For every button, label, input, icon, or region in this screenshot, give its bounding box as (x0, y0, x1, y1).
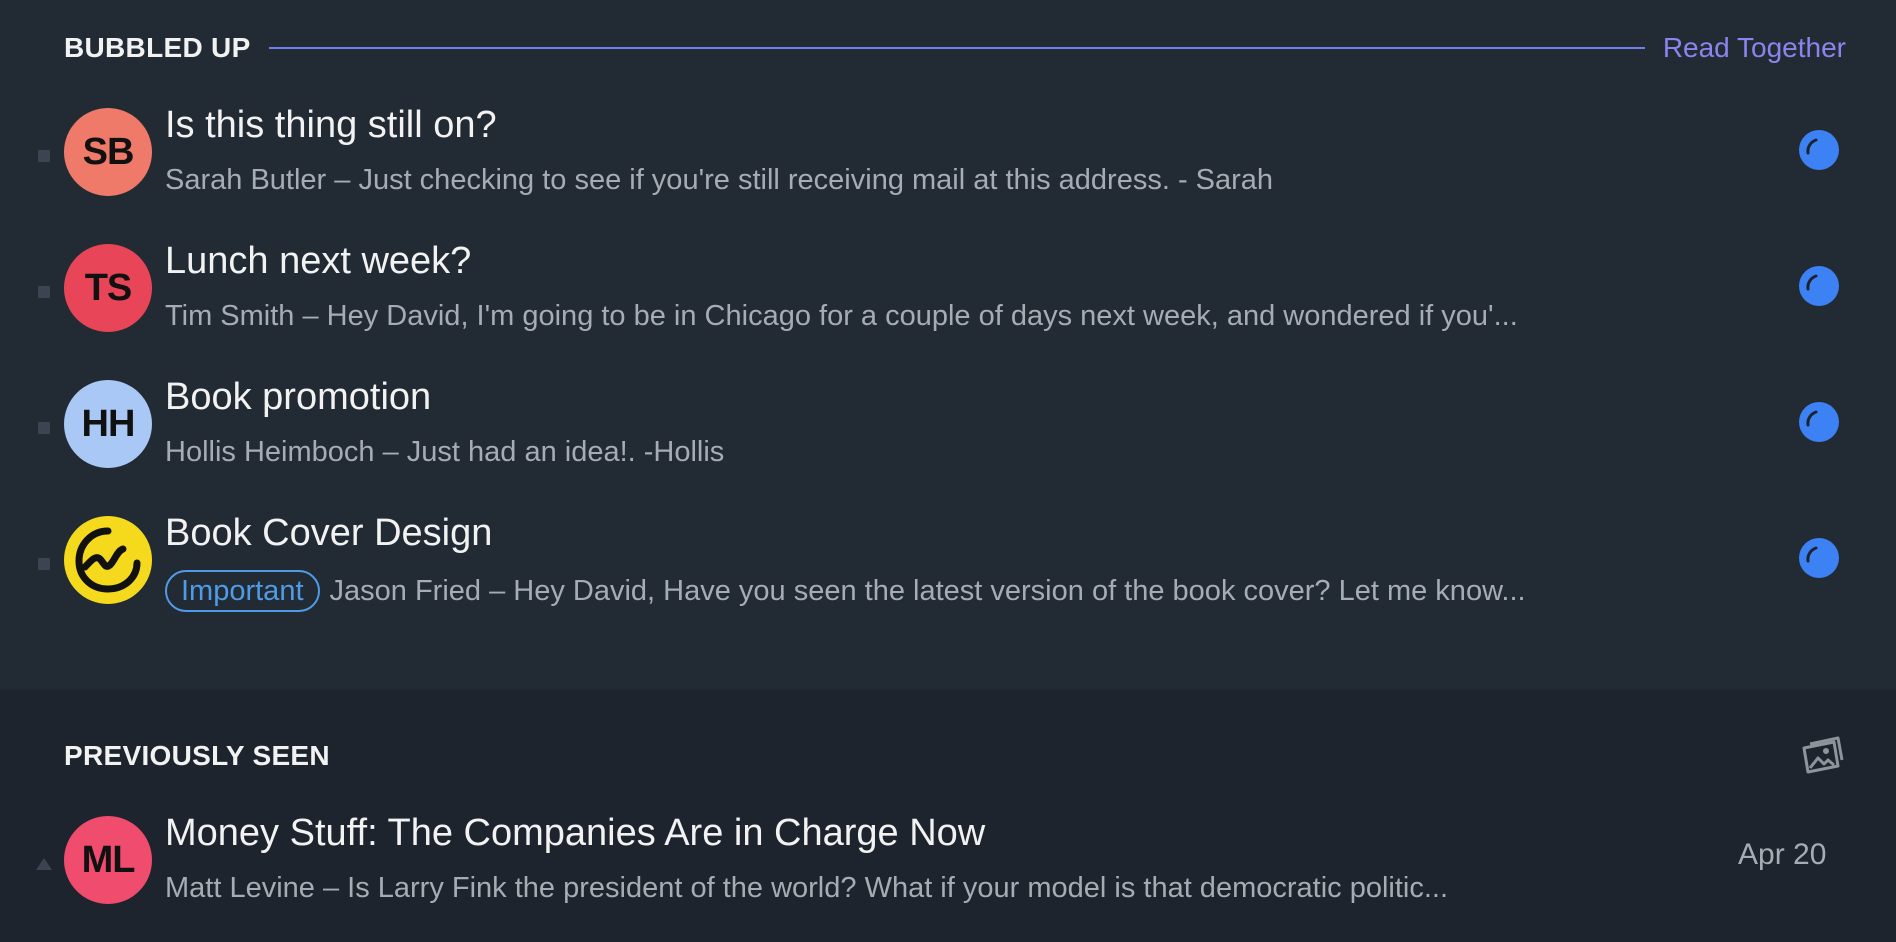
unread-marker (38, 150, 50, 162)
avatar: TS (64, 244, 152, 332)
email-subject: Money Stuff: The Companies Are in Charge… (165, 812, 986, 854)
list-item[interactable]: SB Is this thing still on? Sarah Butler … (0, 104, 1896, 228)
unread-marker (38, 558, 50, 570)
unread-marker (38, 286, 50, 298)
email-subject: Lunch next week? (165, 240, 472, 282)
email-preview: Hollis Heimboch – Just had an idea!. -Ho… (165, 436, 725, 468)
avatar: SB (64, 108, 152, 196)
email-preview: Jason Fried – Hey David, Have you seen t… (329, 574, 1526, 607)
bubble-status-icon[interactable] (1798, 401, 1840, 443)
email-preview-line: Important Jason Fried – Hey David, Have … (165, 570, 1526, 612)
bubble-status-icon[interactable] (1798, 129, 1840, 171)
email-subject: Is this thing still on? (165, 104, 497, 146)
email-subject: Book Cover Design (165, 512, 493, 554)
seen-marker (36, 858, 52, 870)
avatar: ML (64, 816, 152, 904)
bubbled-up-header: BUBBLED UP Read Together (64, 30, 1846, 66)
list-item[interactable]: TS Lunch next week? Tim Smith – Hey Davi… (0, 240, 1896, 364)
email-preview: Matt Levine – Is Larry Fink the presiden… (165, 872, 1449, 904)
bubble-status-icon[interactable] (1798, 265, 1840, 307)
section-title: PREVIOUSLY SEEN (64, 740, 330, 771)
list-item[interactable]: Book Cover Design Important Jason Fried … (0, 512, 1896, 636)
avatar: HH (64, 380, 152, 468)
section-title: BUBBLED UP (64, 32, 251, 63)
email-preview: Tim Smith – Hey David, I'm going to be i… (165, 300, 1518, 332)
header-divider (268, 47, 1645, 49)
email-preview: Sarah Butler – Just checking to see if y… (165, 164, 1274, 196)
gallery-icon[interactable] (1798, 734, 1846, 778)
list-item[interactable]: HH Book promotion Hollis Heimboch – Just… (0, 376, 1896, 500)
unread-marker (38, 422, 50, 434)
read-together-link[interactable]: Read Together (1663, 32, 1846, 64)
bubble-status-icon[interactable] (1798, 537, 1840, 579)
email-date: Apr 20 (1738, 838, 1827, 871)
important-tag[interactable]: Important (165, 570, 320, 612)
email-subject: Book promotion (165, 376, 432, 418)
list-item[interactable]: ML Money Stuff: The Companies Are in Cha… (0, 812, 1896, 936)
previously-seen-header: PREVIOUSLY SEEN (64, 736, 1846, 774)
basecamp-logo-icon (75, 527, 141, 593)
avatar (64, 516, 152, 604)
imbox-page: BUBBLED UP Read Together SB Is this thin… (0, 0, 1896, 942)
